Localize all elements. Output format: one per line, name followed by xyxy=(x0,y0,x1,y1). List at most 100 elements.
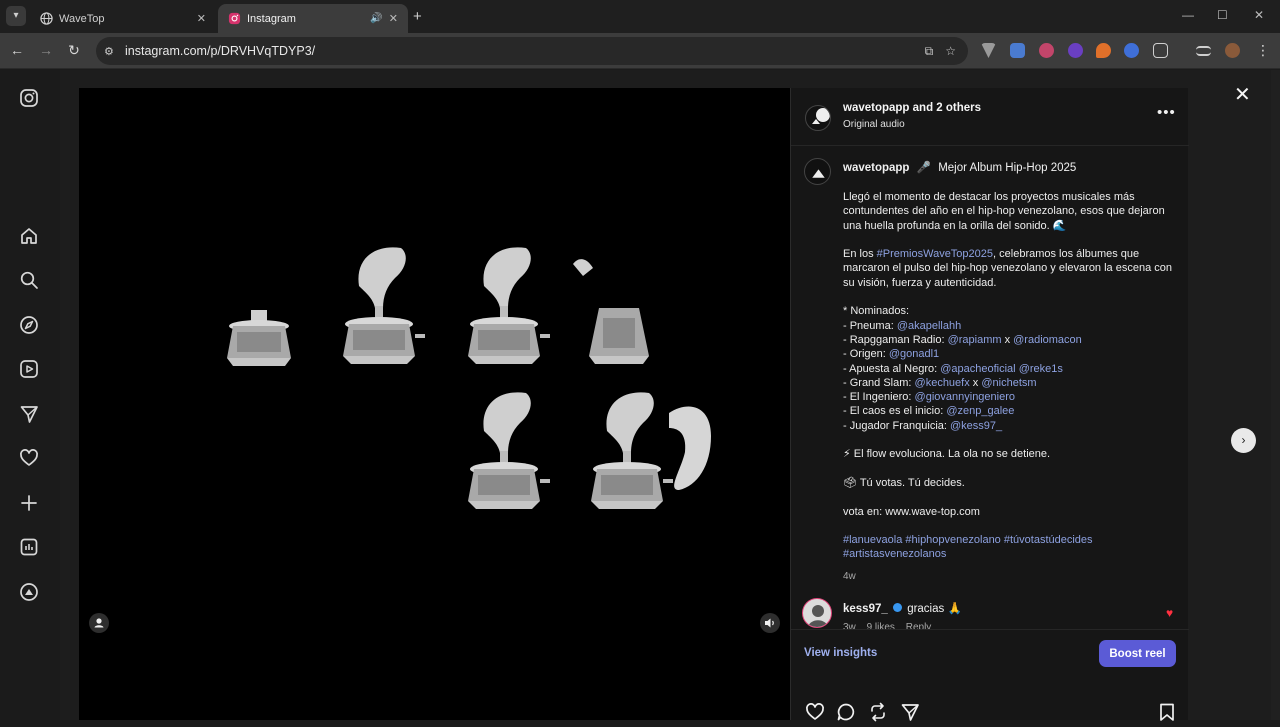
share-icon[interactable] xyxy=(900,702,920,722)
mention-link[interactable]: @gonadl1 xyxy=(889,348,939,360)
tab-instagram[interactable]: Instagram 🔊 ✕ xyxy=(218,4,408,33)
comment-item: kess97_ gracias 🙏 3w 9 likes Reply ♥ xyxy=(791,598,1189,630)
mention-link[interactable]: @radiomacon xyxy=(1013,334,1082,346)
mention-link[interactable]: @akapellahh xyxy=(897,320,961,332)
boost-reel-button[interactable]: Boost reel xyxy=(1099,640,1176,667)
post-header: wavetopapp and 2 others Original audio •… xyxy=(791,88,1189,146)
comment-like-heart-icon[interactable]: ♥ xyxy=(1166,606,1173,620)
address-url[interactable]: instagram.com/p/DRVHVqTDYP3/ xyxy=(125,44,925,58)
tab-title: Instagram xyxy=(247,12,296,25)
site-info-icon[interactable]: ⚙ xyxy=(104,45,118,58)
next-post-chevron-icon[interactable]: › xyxy=(1231,428,1256,453)
extension-purple-icon[interactable] xyxy=(1068,43,1083,58)
nominees-title: * Nominados: xyxy=(843,305,910,318)
install-app-icon[interactable]: ⧉ xyxy=(925,44,934,59)
audio-playing-icon[interactable]: 🔊 xyxy=(370,13,382,24)
nominee-label: - Pneuma: xyxy=(843,319,897,332)
caption-body: Llegó el momento de destacar los proyect… xyxy=(843,190,1179,584)
extension-translate-icon[interactable] xyxy=(1010,43,1025,58)
reels-icon[interactable] xyxy=(19,359,39,379)
close-post-icon[interactable]: ✕ xyxy=(1234,82,1251,107)
like-heart-icon[interactable] xyxy=(805,702,825,722)
nominee-label: - Apuesta al Negro: xyxy=(843,362,941,375)
caption-intro: Llegó el momento de destacar los proyect… xyxy=(843,191,1165,232)
address-bar[interactable]: ⚙ instagram.com/p/DRVHVqTDYP3/ ⧉ ☆ xyxy=(96,37,968,65)
audio-label[interactable]: Original audio xyxy=(843,119,905,130)
reading-list-icon[interactable] xyxy=(1196,46,1211,56)
new-tab-button[interactable]: + xyxy=(413,8,422,25)
create-plus-icon[interactable] xyxy=(19,493,39,513)
extension-fire-icon[interactable] xyxy=(1096,43,1111,58)
save-bookmark-icon[interactable] xyxy=(1157,702,1177,722)
search-icon[interactable] xyxy=(19,270,39,290)
post-time[interactable]: 4w xyxy=(843,570,1179,584)
caption-username[interactable]: wavetopapp xyxy=(843,162,909,174)
caption-avatar[interactable] xyxy=(804,158,831,185)
tab-wavetop[interactable]: WaveTop ✕ xyxy=(30,4,216,33)
extension-blue-icon[interactable] xyxy=(1124,43,1139,58)
mention-link[interactable]: @reke1s xyxy=(1019,363,1063,375)
nominee-label: - El Ingeniero: xyxy=(843,391,915,404)
mention-link[interactable]: @kechuefx xyxy=(915,377,970,389)
profile-icon[interactable] xyxy=(19,582,39,602)
extension-bubble-icon[interactable] xyxy=(1039,43,1054,58)
view-insights-link[interactable]: View insights xyxy=(804,647,877,659)
nominee-line: - Apuesta al Negro: @apacheoficial @reke… xyxy=(843,362,1179,376)
tagged-users-icon[interactable] xyxy=(89,613,109,633)
instagram-icon xyxy=(228,12,241,25)
comment-bubble-icon[interactable] xyxy=(836,702,856,722)
nominee-label: - Rapggaman Radio: xyxy=(843,333,948,346)
mention-link[interactable]: @rapiamm xyxy=(948,334,1002,346)
forward-icon[interactable]: → xyxy=(37,42,55,58)
mention-link[interactable]: @kess97_ xyxy=(950,420,1002,432)
hashtag-link[interactable]: #PremiosWaveTop2025 xyxy=(877,248,993,260)
page-scrollbar[interactable] xyxy=(1271,70,1280,720)
maximize-icon[interactable]: ☐ xyxy=(1217,8,1228,22)
post-author[interactable]: wavetopapp and 2 others xyxy=(843,102,981,114)
caption-hashtags[interactable]: #lanuevaola #hiphopvenezolano #túvotastú… xyxy=(843,533,1179,562)
nominee-line: - Rapggaman Radio: @rapiamm x @radiomaco… xyxy=(843,333,1179,347)
caption-vote-link: vota en: www.wave-top.com xyxy=(843,505,980,518)
comment-body: gracias 🙏 xyxy=(907,603,962,615)
mention-link[interactable]: @zenp_galee xyxy=(946,405,1014,417)
mention-link[interactable]: @nichetsm xyxy=(981,377,1036,389)
comment-text: kess97_ gracias 🙏 xyxy=(843,601,962,615)
mention-link[interactable]: @giovannyingeniero xyxy=(915,391,1015,403)
back-icon[interactable]: ← xyxy=(8,42,26,58)
instagram-logo-icon[interactable] xyxy=(19,88,39,108)
window-close-icon[interactable]: ✕ xyxy=(1254,8,1264,22)
tab-close-icon[interactable]: ✕ xyxy=(197,12,206,25)
repost-icon[interactable] xyxy=(868,702,888,722)
comment-username[interactable]: kess97_ xyxy=(843,603,888,615)
nominee-line: - El caos es el inicio: @zenp_galee xyxy=(843,404,1179,418)
dashboard-icon[interactable] xyxy=(19,537,39,557)
nominee-line: - Jugador Franquicia: @kess97_ xyxy=(843,419,1179,433)
bookmark-star-icon[interactable]: ☆ xyxy=(945,44,956,58)
nominee-label: - El caos es el inicio: xyxy=(843,405,947,418)
explore-icon[interactable] xyxy=(19,315,39,335)
sound-toggle-icon[interactable] xyxy=(760,613,780,633)
microphone-icon: 🎤 xyxy=(916,162,931,174)
nominee-label: - Origen: xyxy=(843,348,889,361)
instagram-page: wavetopapp and 2 others Original audio •… xyxy=(0,70,1280,722)
notifications-heart-icon[interactable] xyxy=(19,448,39,468)
mention-link[interactable]: @apacheoficial xyxy=(940,363,1015,375)
globe-icon xyxy=(40,12,53,25)
post-media[interactable] xyxy=(79,88,790,720)
profile-avatar[interactable] xyxy=(1225,43,1240,58)
tab-search-button[interactable]: ▾ xyxy=(6,6,26,26)
reload-icon[interactable]: ↻ xyxy=(65,42,83,59)
more-options-icon[interactable]: ••• xyxy=(1157,104,1176,121)
messages-icon[interactable] xyxy=(19,404,39,424)
extension-vpn-icon[interactable] xyxy=(981,43,996,58)
minimize-icon[interactable]: — xyxy=(1182,8,1194,22)
extensions-puzzle-icon[interactable] xyxy=(1153,43,1168,58)
tab-close-icon[interactable]: ✕ xyxy=(389,12,398,25)
home-icon[interactable] xyxy=(19,226,39,246)
menu-icon[interactable]: ⋮ xyxy=(1254,42,1272,59)
browser-tab-bar: ▾ WaveTop ✕ Instagram 🔊 ✕ + — ☐ ✕ xyxy=(0,0,1280,33)
caption-vote: 🗳 Tú votas. Tú decides. xyxy=(843,476,965,489)
commenter-avatar[interactable] xyxy=(802,598,832,628)
author-avatar[interactable] xyxy=(805,105,831,131)
mention-separator: x xyxy=(969,376,982,389)
